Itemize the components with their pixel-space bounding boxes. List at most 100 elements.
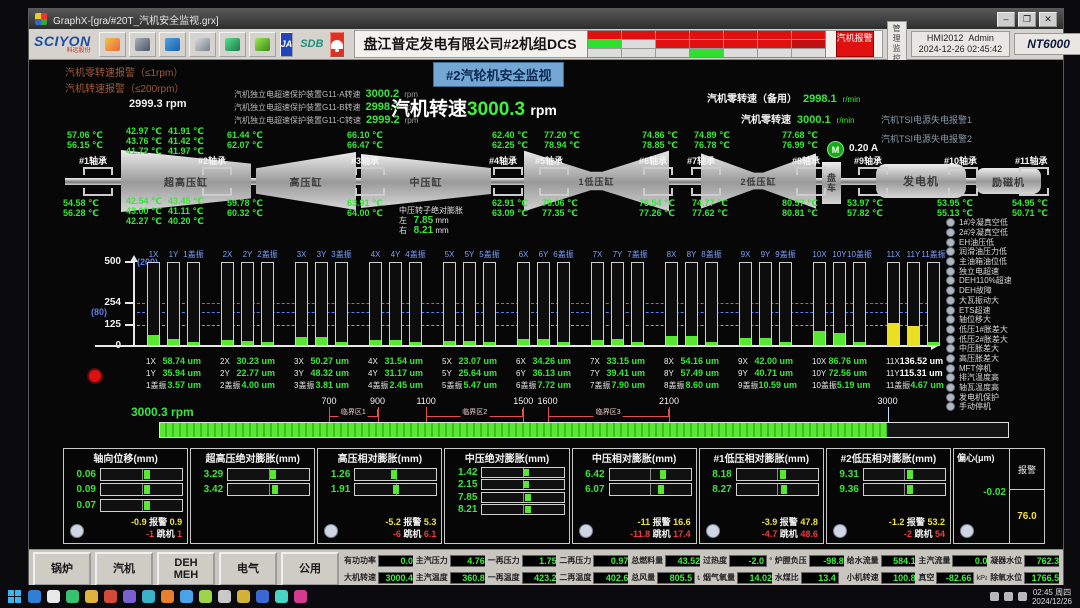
vib-bar-6Y: 6Y <box>536 250 551 346</box>
bar-outline <box>537 262 550 346</box>
gauge-bar <box>736 483 819 496</box>
gauge-green-tick <box>781 485 787 494</box>
close-button[interactable]: ✕ <box>1039 12 1057 27</box>
bearing-temp-top-1: 57.06 ℃56.15 ℃ <box>67 130 103 150</box>
bar-fill <box>296 337 307 345</box>
metric-label: 水煤比 <box>775 572 799 583</box>
gauge-value: 6.07 <box>577 484 605 495</box>
vib-point-label: 5X <box>442 357 452 366</box>
vib-point-value: 58.74 um <box>162 356 201 366</box>
taskbar-app-icon-7[interactable] <box>142 590 155 603</box>
metric-value: 4.76 <box>450 555 485 567</box>
nav-button-汽机[interactable]: 汽机 <box>95 552 153 586</box>
temp-value: 54.58 ℃ <box>63 198 99 208</box>
bar-fill <box>390 340 401 345</box>
vib-table-row: 6X34.26 um <box>516 356 571 368</box>
vib-point-label: 8Y <box>664 369 674 378</box>
alarm-cell-r0c0 <box>588 31 621 39</box>
taskbar-app-icon-12[interactable] <box>237 590 250 603</box>
book-tool-button[interactable] <box>249 32 276 57</box>
alarm-bell-button[interactable] <box>330 32 344 57</box>
taskbar-app-icon-2[interactable] <box>47 590 60 603</box>
gauge-green-tick <box>144 470 150 479</box>
metric-label: 大机转速 <box>344 572 376 583</box>
taskbar-app-icon-9[interactable] <box>180 590 193 603</box>
panel-5: 中压相对膨胀(mm)6.426.07-11 报警 16.6-11.8 跳机 17… <box>572 448 697 544</box>
tsi-alarm-1: 汽机TSI电源失电报警1 <box>881 113 972 126</box>
taskbar-clock[interactable]: 02:45 周四 2024/12/26 <box>1032 588 1072 606</box>
bearing-bracket-top-7 <box>691 167 721 175</box>
bearing-temp-top-5: 77.20 ℃78.94 ℃ <box>544 130 580 150</box>
temp-value: 78.94 ℃ <box>544 140 580 150</box>
bar-label: 2X <box>223 250 233 260</box>
vib-bar-5Y: 5Y <box>462 250 477 346</box>
alarm-cell-r0c5 <box>758 31 791 39</box>
start-button[interactable] <box>8 590 22 604</box>
gauge-row: 0.09 <box>68 483 183 496</box>
nav-button-电气[interactable]: 电气 <box>219 552 277 586</box>
tray-icon[interactable] <box>990 592 999 601</box>
taskbar-app-icon-8[interactable] <box>161 590 174 603</box>
vib-point-value: 7.72 um <box>537 380 571 390</box>
temp-value: 57.82 ℃ <box>847 208 883 218</box>
uhp-temp-column: 43.45 ℃41.11 ℃40.20 ℃ <box>168 196 204 226</box>
bearing-bracket-top-5 <box>539 167 569 175</box>
ja-tool-button[interactable]: JA <box>280 32 294 57</box>
vib-point-value: 10.59 um <box>758 380 797 390</box>
taskbar-app-icon-11[interactable] <box>218 590 231 603</box>
taskbar-app-icon-13[interactable] <box>256 590 269 603</box>
taskbar-app-icon-3[interactable] <box>66 590 79 603</box>
temp-value: 62.91 ℃ <box>492 198 528 208</box>
taskbar-app-icon-5[interactable] <box>104 590 117 603</box>
status-metrics: 有功功率0.0MW主汽压力4.76MPa一再压力1.75MPa二再压力0.97M… <box>344 553 1059 586</box>
alarm-low: -11 <box>638 517 651 527</box>
bearing-bracket-top-6 <box>643 167 673 175</box>
alarm-cell-r2c6 <box>792 49 825 57</box>
taskbar-app-icons <box>28 590 307 603</box>
taskbar-app-icon-15[interactable] <box>294 590 307 603</box>
taskbar-app-icon-1[interactable] <box>28 590 41 603</box>
taskbar-app-icon-4[interactable] <box>85 590 98 603</box>
gauge-green-tick <box>658 485 664 494</box>
nav-button-锅炉[interactable]: 锅炉 <box>33 552 91 586</box>
bar-label: 5X <box>445 250 455 260</box>
taskbar-app-icon-10[interactable] <box>199 590 212 603</box>
gauge-green-tick <box>660 470 666 479</box>
bar-fill <box>760 338 771 345</box>
metric-一再压力: 一再压力1.75MPa <box>488 555 557 567</box>
gauge-value: 0.06 <box>68 469 96 480</box>
taskbar-app-icon-6[interactable] <box>123 590 136 603</box>
nav-button-公用[interactable]: 公用 <box>281 552 339 586</box>
printer-tool-button[interactable] <box>189 32 216 57</box>
users-tool-button[interactable] <box>99 32 126 57</box>
bearing-bracket-bottom-11 <box>1019 188 1049 196</box>
nav-button-DEH-MEH[interactable]: DEH MEH <box>157 552 215 586</box>
clock-tool-button[interactable] <box>159 32 186 57</box>
panel-trip-limits: -1 跳机 1 <box>146 527 182 540</box>
bar-group-4: 4X4Y4盖振 <box>368 250 423 346</box>
panel-6: #1低压相对膨胀(mm)8.188.27-3.9 报警 47.8-4.7 跳机 … <box>699 448 824 544</box>
monitor-tool-button[interactable] <box>219 32 246 57</box>
vib-point-label: 9盖振 <box>738 380 758 391</box>
tray-icon[interactable] <box>1018 592 1027 601</box>
alarm-lamp-icon <box>946 286 955 295</box>
gauge-row: 8.27 <box>704 483 819 496</box>
vib-bar-3Y: 3Y <box>314 250 329 346</box>
gauge-bar <box>481 467 564 478</box>
temp-value: 76.54 ℃ <box>639 198 675 208</box>
vib-point-label: 2Y <box>220 369 230 378</box>
bearing-temp-top-3: 66.10 ℃66.47 ℃ <box>347 130 383 150</box>
restore-button[interactable]: ❐ <box>1018 12 1036 27</box>
turbine-alarm-button[interactable]: 汽机报警 <box>836 31 874 57</box>
vib-bar-6盖振: 6盖振 <box>556 250 571 346</box>
tools-tool-button[interactable] <box>129 32 156 57</box>
metric-value: 14.02 <box>737 572 772 584</box>
minimize-button[interactable]: – <box>997 12 1015 27</box>
taskbar-app-icon-14[interactable] <box>275 590 288 603</box>
sdb-tool-button[interactable]: SDB <box>297 38 326 50</box>
tray-icon[interactable] <box>1004 592 1013 601</box>
bar-label: 11盖振 <box>921 250 945 260</box>
temp-value: 50.71 ℃ <box>1012 208 1048 218</box>
bar-fill <box>188 342 199 345</box>
bar-outline <box>147 262 160 346</box>
